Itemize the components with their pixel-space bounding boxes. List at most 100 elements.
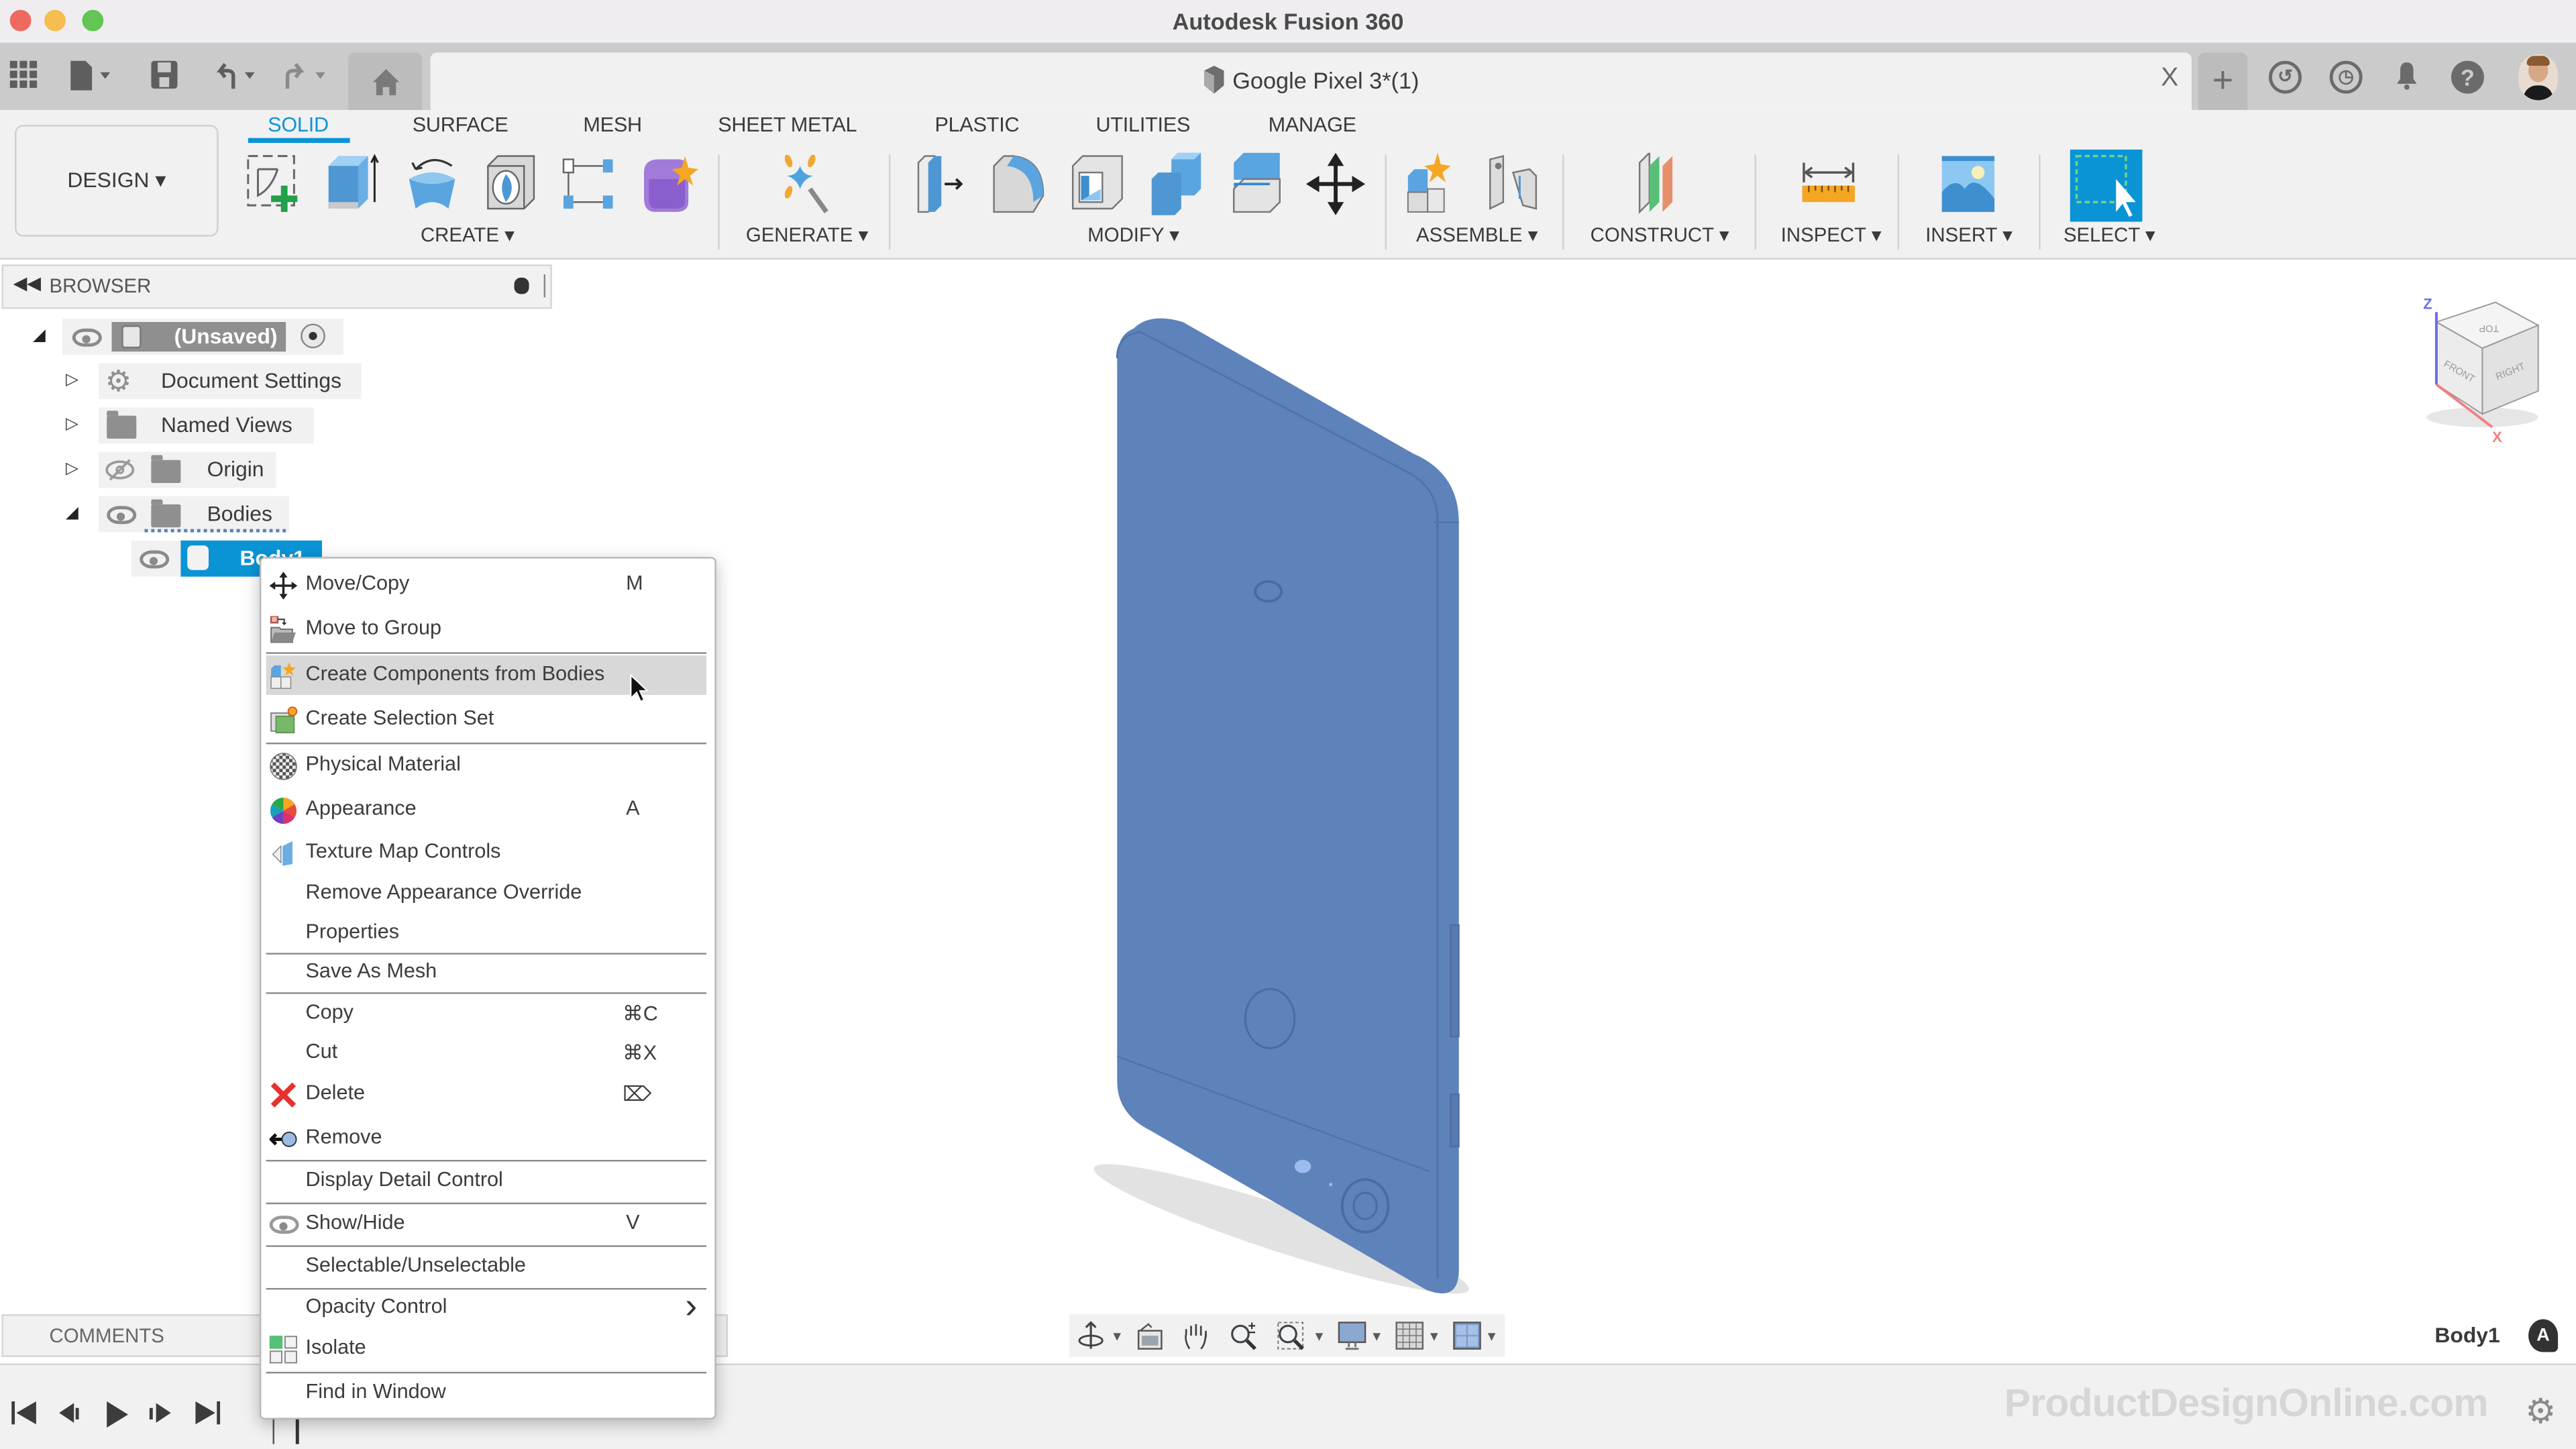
menu-item-create-selection-set[interactable]: Create Selection Set <box>266 700 706 739</box>
resize-handle[interactable] <box>543 274 546 298</box>
insert-canvas-icon[interactable] <box>1939 153 1998 215</box>
new-tab-button[interactable]: + <box>2198 52 2248 111</box>
tab-solid[interactable]: SOLID <box>268 113 329 136</box>
user-avatar[interactable] <box>2518 54 2559 101</box>
tab-utilities[interactable]: UTILITIES <box>1095 113 1190 136</box>
expander-origin[interactable]: ▷ <box>66 460 78 478</box>
document-tab[interactable]: Google Pixel 3*(1) X <box>430 52 2192 111</box>
notifications-icon[interactable] <box>2390 61 2423 94</box>
modify-menu[interactable]: MODIFY ▾ <box>1087 223 1179 246</box>
menu-item-physical-material[interactable]: Physical Material <box>266 746 706 786</box>
orbit-dropdown[interactable]: ▼ <box>1111 1329 1124 1344</box>
tab-plastic[interactable]: PLASTIC <box>934 113 1019 136</box>
select-menu[interactable]: SELECT ▾ <box>2063 223 2155 246</box>
close-tab-button[interactable]: X <box>2161 64 2178 94</box>
timeline-play-button[interactable] <box>103 1400 129 1436</box>
menu-item-move-copy[interactable]: Move/Copy M <box>266 565 706 604</box>
visibility-eye-icon[interactable] <box>107 506 137 525</box>
tree-item-named-views[interactable]: Named Views <box>98 407 314 444</box>
help-icon[interactable]: ? <box>2451 60 2484 94</box>
pan-icon[interactable] <box>1181 1321 1211 1350</box>
zoom-icon[interactable] <box>1229 1321 1258 1350</box>
menu-item-copy[interactable]: Copy ⌘C <box>266 994 706 1034</box>
expander-bodies[interactable]: ◢ <box>66 504 78 523</box>
offset-face-icon[interactable] <box>1227 152 1286 215</box>
insert-menu[interactable]: INSERT ▾ <box>1925 223 2012 246</box>
tree-item-origin[interactable]: Origin <box>98 451 276 488</box>
display-dropdown[interactable]: ▼ <box>1370 1329 1383 1344</box>
menu-item-texture-map-controls[interactable]: Texture Map Controls <box>266 833 706 873</box>
hidden-eye-icon[interactable] <box>105 458 135 481</box>
menu-item-delete[interactable]: Delete ⌦ <box>266 1075 706 1114</box>
phone-model[interactable] <box>1084 309 1495 1319</box>
a360-icon[interactable]: A <box>2528 1319 2559 1352</box>
activate-component-radio[interactable] <box>301 323 325 349</box>
data-panel-icon[interactable] <box>9 60 38 97</box>
extensions-icon[interactable]: ↺ <box>2269 60 2302 94</box>
tab-mesh[interactable]: MESH <box>583 113 642 136</box>
zoom-window-icon[interactable] <box>1277 1321 1306 1350</box>
tree-item-document-settings[interactable]: ⚙ Document Settings <box>98 363 362 400</box>
menu-item-remove[interactable]: Remove <box>266 1119 706 1159</box>
generative-design-icon[interactable] <box>773 153 833 215</box>
save-icon[interactable] <box>151 60 178 97</box>
extrude-icon[interactable] <box>323 153 382 215</box>
job-status-icon[interactable]: ◷ <box>2329 60 2363 94</box>
menu-item-display-detail-control[interactable]: Display Detail Control <box>266 1161 706 1201</box>
press-pull-icon[interactable] <box>912 153 971 215</box>
menu-item-save-as-mesh[interactable]: Save As Mesh <box>266 953 706 992</box>
grid-icon[interactable] <box>1395 1321 1424 1350</box>
zoom-dropdown[interactable]: ▼ <box>1313 1329 1326 1344</box>
rectangular-pattern-icon[interactable] <box>560 153 619 215</box>
timeline-next-button[interactable] <box>148 1400 174 1433</box>
select-icon[interactable] <box>2070 149 2143 222</box>
timeline-last-button[interactable] <box>194 1400 221 1433</box>
menu-item-properties[interactable]: Properties <box>266 914 706 953</box>
tab-surface[interactable]: SURFACE <box>413 113 508 136</box>
grid-dropdown[interactable]: ▼ <box>1428 1329 1440 1344</box>
menu-item-remove-appearance-override[interactable]: Remove Appearance Override <box>266 874 706 914</box>
menu-item-appearance[interactable]: Appearance A <box>266 790 706 830</box>
fillet-icon[interactable] <box>991 153 1050 215</box>
view-cube[interactable]: TOP FRONT RIGHT Z X <box>2404 289 2555 443</box>
expander-root[interactable]: ◢ <box>33 327 46 345</box>
display-settings-icon[interactable] <box>1337 1321 1366 1350</box>
tree-item-root[interactable]: (Unsaved) <box>62 319 343 355</box>
workspace-switcher-button[interactable]: DESIGN ▾ <box>15 125 219 237</box>
measure-icon[interactable] <box>1799 153 1858 215</box>
menu-item-find-in-window[interactable]: Find in Window <box>266 1373 706 1413</box>
file-icon[interactable] <box>69 60 118 99</box>
viewports-dropdown[interactable]: ▼ <box>1485 1329 1498 1344</box>
menu-item-opacity-control[interactable]: Opacity Control › <box>266 1285 706 1328</box>
construct-menu[interactable]: CONSTRUCT ▾ <box>1591 223 1729 246</box>
undo-icon[interactable] <box>212 61 261 99</box>
inspect-menu[interactable]: INSPECT ▾ <box>1781 223 1882 246</box>
timeline-settings-gear-icon[interactable]: ⚙ <box>2525 1391 2556 1432</box>
joint-icon[interactable] <box>1483 153 1542 215</box>
expander-named-views[interactable]: ▷ <box>66 416 78 434</box>
assemble-menu[interactable]: ASSEMBLE ▾ <box>1416 223 1538 246</box>
home-tab[interactable] <box>348 52 423 111</box>
menu-item-show-hide[interactable]: Show/Hide V <box>266 1204 706 1244</box>
move-copy-icon[interactable] <box>1305 152 1366 215</box>
generate-menu[interactable]: GENERATE ▾ <box>746 223 868 246</box>
look-at-icon[interactable] <box>1135 1321 1165 1350</box>
menu-item-cut[interactable]: Cut ⌘X <box>266 1033 706 1073</box>
shell-icon[interactable] <box>1069 153 1128 215</box>
viewports-icon[interactable] <box>1452 1321 1482 1350</box>
visibility-eye-icon[interactable] <box>140 550 170 569</box>
timeline-previous-button[interactable] <box>58 1400 84 1433</box>
pin-browser-icon[interactable] <box>514 277 529 294</box>
menu-item-move-to-group[interactable]: Move to Group <box>266 610 706 649</box>
create-sketch-icon[interactable] <box>245 153 304 215</box>
create-form-icon[interactable] <box>639 153 698 215</box>
visibility-eye-icon[interactable] <box>72 328 102 347</box>
tree-item-bodies[interactable]: Bodies <box>98 496 290 533</box>
menu-item-isolate[interactable]: Isolate <box>266 1329 706 1368</box>
expander-document-settings[interactable]: ▷ <box>66 371 78 389</box>
redo-icon[interactable] <box>282 61 331 99</box>
timeline-first-button[interactable] <box>11 1400 38 1433</box>
tab-manage[interactable]: MANAGE <box>1269 113 1356 136</box>
tab-sheet-metal[interactable]: SHEET METAL <box>718 113 857 136</box>
orbit-icon[interactable] <box>1076 1321 1106 1350</box>
